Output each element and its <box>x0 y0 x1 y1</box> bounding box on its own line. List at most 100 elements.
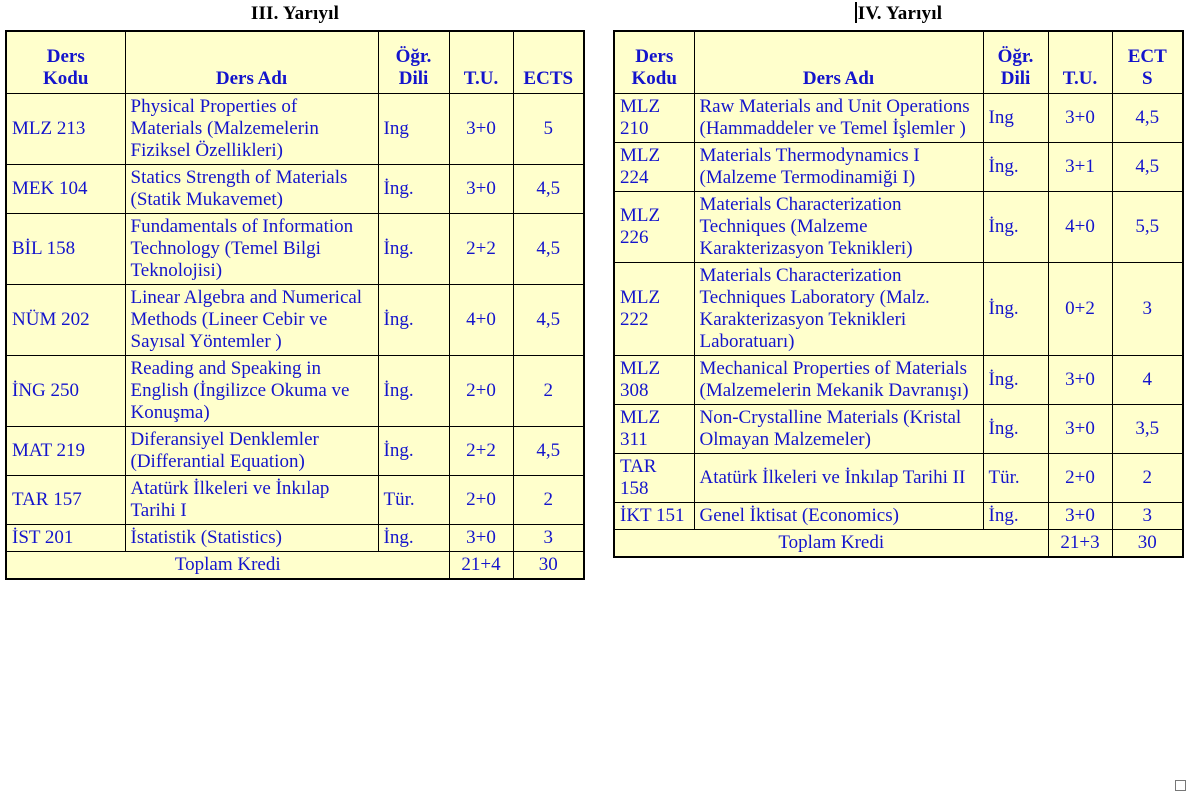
cell-ects: 4,5 <box>512 284 585 356</box>
header-code-line1: Ders <box>635 46 674 67</box>
header-lang-line2: Dili <box>398 68 429 89</box>
cell-ects: 4 <box>1111 355 1184 405</box>
total-tu: 21+4 <box>448 551 514 580</box>
cell-ects: 4,5 <box>512 213 585 285</box>
header-row: Ders Kodu Ders Adı Öğr. Dili T.U. ECTS <box>5 30 585 94</box>
cell-name: İstatistik (Statistics) <box>124 524 379 552</box>
header-ects-line1: ECTS <box>523 68 574 89</box>
total-ects: 30 <box>1111 529 1184 558</box>
cell-name: Genel İktisat (Economics) <box>693 502 984 530</box>
cell-code: MLZ 308 <box>613 355 695 405</box>
cell-lang: İng. <box>982 355 1049 405</box>
table-total-row: Toplam Kredi 21+3 30 <box>613 529 1184 558</box>
cell-tu: 2+0 <box>448 355 514 427</box>
cell-tu: 4+0 <box>448 284 514 356</box>
header-cell-tu: T.U. <box>1047 30 1113 94</box>
header-lang-line2: Dili <box>1000 68 1031 89</box>
table-total-row: Toplam Kredi 21+4 30 <box>5 551 585 580</box>
table-right-header: Ders Kodu Ders Adı Öğr. Dili T.U. ECT S <box>613 30 1184 94</box>
cell-name: Reading and Speaking in English (İngiliz… <box>124 355 379 427</box>
table-left-body: MLZ 213 Physical Properties of Materials… <box>5 93 585 580</box>
table-row: MLZ 222 Materials Characterization Techn… <box>613 262 1184 356</box>
cell-ects: 3,5 <box>1111 404 1184 454</box>
table-row: İST 201 İstatistik (Statistics) İng. 3+0… <box>5 524 585 552</box>
cell-name: Raw Materials and Unit Operations (Hamma… <box>693 93 984 143</box>
cell-ects: 3 <box>512 524 585 552</box>
cell-code: MLZ 224 <box>613 142 695 192</box>
table-row: MLZ 226 Materials Characterization Techn… <box>613 191 1184 263</box>
table-row: NÜM 202 Linear Algebra and Numerical Met… <box>5 284 585 356</box>
slide-canvas: III. Yarıyıl Ders Kodu Ders Adı Öğr. Dil… <box>0 0 1189 795</box>
cell-tu: 3+0 <box>1047 404 1113 454</box>
total-tu: 21+3 <box>1047 529 1113 558</box>
cell-tu: 2+2 <box>448 426 514 476</box>
cell-lang: İng. <box>377 355 450 427</box>
cell-lang: İng. <box>377 284 450 356</box>
cell-code: TAR 157 <box>5 475 126 525</box>
cell-code: MLZ 210 <box>613 93 695 143</box>
cell-tu: 3+0 <box>448 524 514 552</box>
cell-tu: 3+0 <box>1047 93 1113 143</box>
semester-title-left[interactable]: III. Yarıyıl <box>5 0 585 30</box>
cell-ects: 2 <box>512 355 585 427</box>
table-row: İKT 151 Genel İktisat (Economics) İng. 3… <box>613 502 1184 530</box>
semester-block-left: III. Yarıyıl Ders Kodu Ders Adı Öğr. Dil… <box>5 0 585 580</box>
semester-title-right[interactable]: IV. Yarıyıl <box>613 0 1184 30</box>
resize-handle-icon[interactable] <box>1175 780 1186 791</box>
table-row: MLZ 213 Physical Properties of Materials… <box>5 93 585 165</box>
cell-tu: 3+0 <box>448 93 514 165</box>
table-row: MAT 219 Diferansiyel Denklemler (Differa… <box>5 426 585 476</box>
total-label: Toplam Kredi <box>613 529 1049 558</box>
cell-lang: İng. <box>377 426 450 476</box>
cell-name: Diferansiyel Denklemler (Differantial Eq… <box>124 426 379 476</box>
header-cell-ects: ECTS <box>512 30 585 94</box>
cell-ects: 2 <box>512 475 585 525</box>
cell-lang: İng. <box>982 142 1049 192</box>
table-row: MLZ 311 Non-Crystalline Materials (Krist… <box>613 404 1184 454</box>
table-row: MLZ 210 Raw Materials and Unit Operation… <box>613 93 1184 143</box>
semester-title-right-text: IV. Yarıyıl <box>857 3 943 24</box>
cell-tu: 2+0 <box>1047 453 1113 503</box>
course-table-left: Ders Kodu Ders Adı Öğr. Dili T.U. ECTS M… <box>5 30 585 580</box>
course-table-right: Ders Kodu Ders Adı Öğr. Dili T.U. ECT S <box>613 30 1184 558</box>
header-code-line2: Kodu <box>43 68 89 89</box>
cell-ects: 5 <box>512 93 585 165</box>
header-cell-ects: ECT S <box>1111 30 1184 94</box>
cell-code: TAR 158 <box>613 453 695 503</box>
cell-code: MLZ 213 <box>5 93 126 165</box>
cell-tu: 2+2 <box>448 213 514 285</box>
header-cell-name: Ders Adı <box>124 30 379 94</box>
table-right-body: MLZ 210 Raw Materials and Unit Operation… <box>613 93 1184 558</box>
table-row: TAR 157 Atatürk İlkeleri ve İnkılap Tari… <box>5 475 585 525</box>
header-code-line1: Ders <box>46 46 85 67</box>
header-code-line2: Kodu <box>631 68 677 89</box>
total-label: Toplam Kredi <box>5 551 450 580</box>
cell-code: MLZ 226 <box>613 191 695 263</box>
header-cell-lang: Öğr. Dili <box>982 30 1049 94</box>
cell-code: BİL 158 <box>5 213 126 285</box>
cell-tu: 2+0 <box>448 475 514 525</box>
text-caret-icon <box>854 2 857 23</box>
cell-lang: Ing <box>377 93 450 165</box>
cell-ects: 2 <box>1111 453 1184 503</box>
cell-name: Materials Thermodynamics I (Malzeme Term… <box>693 142 984 192</box>
cell-lang: İng. <box>982 404 1049 454</box>
cell-lang: Tür. <box>982 453 1049 503</box>
header-lang-line1: Öğr. <box>395 46 432 67</box>
header-ects-line2: S <box>1141 68 1153 89</box>
cell-ects: 4,5 <box>1111 93 1184 143</box>
cell-code: MEK 104 <box>5 164 126 214</box>
cell-lang: İng. <box>982 502 1049 530</box>
table-row: BİL 158 Fundamentals of Information Tech… <box>5 213 585 285</box>
cell-code: İST 201 <box>5 524 126 552</box>
cell-tu: 3+1 <box>1047 142 1113 192</box>
total-ects: 30 <box>512 551 585 580</box>
cell-code: MLZ 311 <box>613 404 695 454</box>
cell-name: Linear Algebra and Numerical Methods (Li… <box>124 284 379 356</box>
cell-code: İKT 151 <box>613 502 695 530</box>
cell-name: Materials Characterization Techniques La… <box>693 262 984 356</box>
cell-lang: İng. <box>377 164 450 214</box>
cell-lang: İng. <box>982 262 1049 356</box>
cell-code: MAT 219 <box>5 426 126 476</box>
header-lang-line1: Öğr. <box>997 46 1034 67</box>
